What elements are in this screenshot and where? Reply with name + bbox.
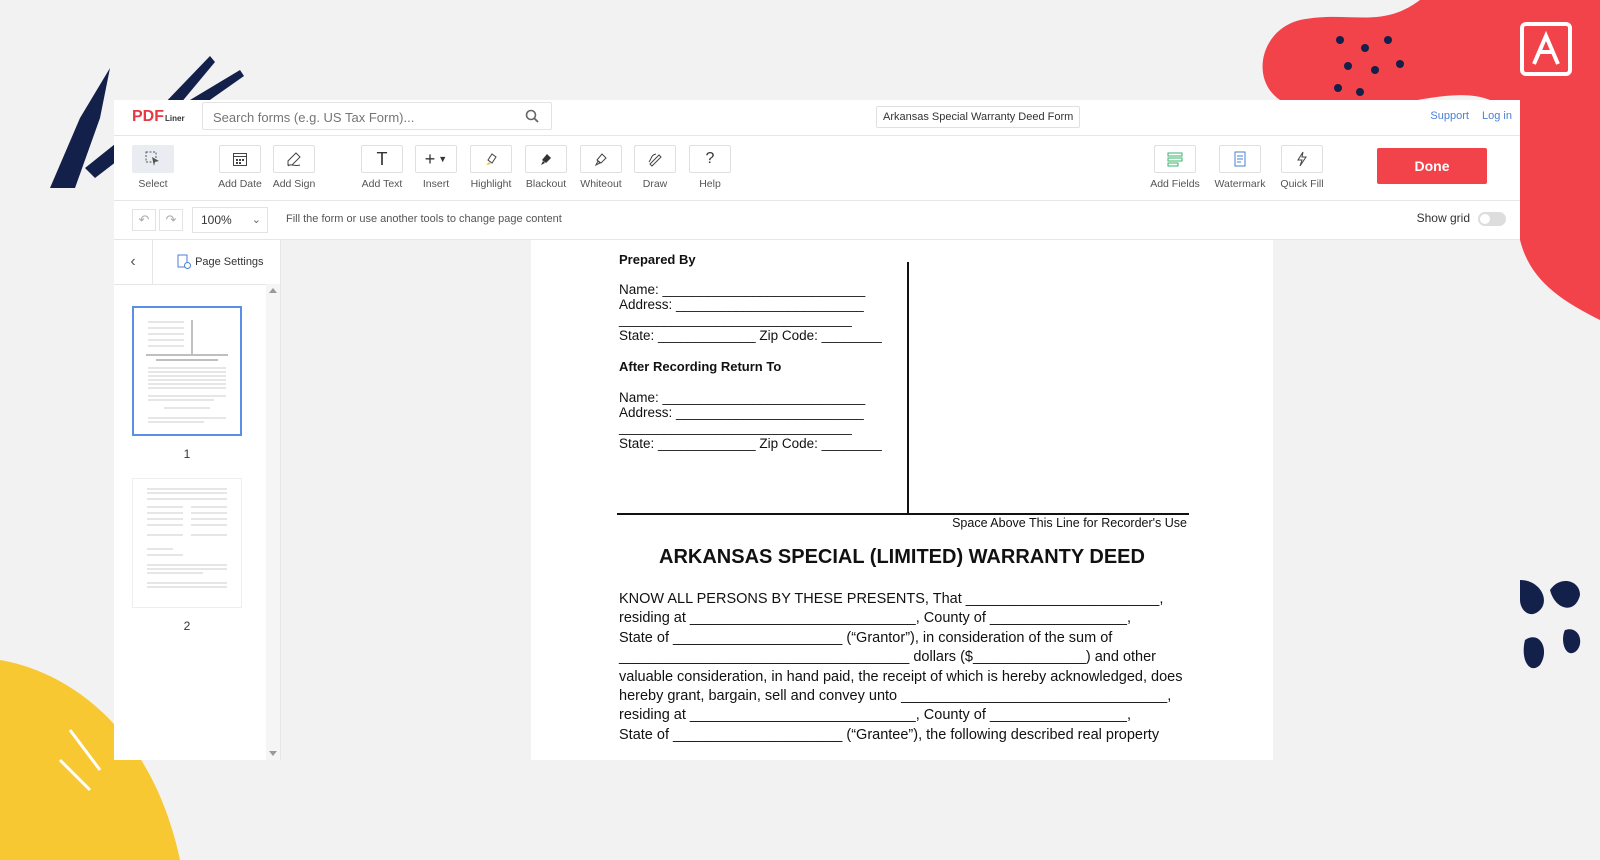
chevron-left-icon: ‹ <box>130 253 136 270</box>
sub-toolbar: ↶ ↷ 100% ⌄ Fill the form or use another t… <box>114 201 1520 240</box>
scroll-up-arrow-icon[interactable] <box>269 288 277 293</box>
quick-fill-tool[interactable]: Quick Fill <box>1276 145 1328 190</box>
done-button[interactable]: Done <box>1377 148 1487 184</box>
thumbnail-preview <box>146 320 228 423</box>
body-line[interactable]: residing at ____________________________… <box>619 707 1131 723</box>
add-text-tool[interactable]: T Add Text <box>356 145 408 190</box>
pdf-editor-window: PDFLiner Arkansas Special Warranty Deed … <box>114 100 1520 760</box>
undo-button[interactable]: ↶ <box>132 209 156 231</box>
draw-pen-icon <box>648 153 662 167</box>
lightning-icon <box>1297 151 1307 167</box>
highlighter-icon <box>486 153 497 165</box>
support-link[interactable]: Support <box>1430 110 1469 122</box>
chevron-down-icon: ⌄ <box>251 214 261 226</box>
redo-icon: ↷ <box>165 212 177 227</box>
page-number-1: 1 <box>183 447 191 461</box>
add-date-tool[interactable]: Add Date <box>214 145 266 190</box>
prepared-name-field[interactable]: Name: ___________________________ <box>619 282 865 297</box>
document-page: Prepared By Name: ______________________… <box>531 240 1273 760</box>
search-icon[interactable] <box>525 109 539 123</box>
thumbnail-preview <box>147 488 227 588</box>
prepared-address-field[interactable]: Address: _________________________ <box>619 297 864 312</box>
body-line[interactable]: KNOW ALL PERSONS BY THESE PRESENTS, That… <box>619 591 1163 607</box>
vertical-divider <box>907 262 909 514</box>
show-grid-control: Show grid <box>1417 211 1506 226</box>
collapse-sidebar-button[interactable]: ‹ <box>114 240 153 284</box>
return-state-zip-field[interactable]: State: _____________ Zip Code: ________ <box>619 436 882 451</box>
hint-text: Fill the form or use another tools to ch… <box>286 213 562 225</box>
page-number-2: 2 <box>183 619 191 633</box>
text-t-icon: T <box>376 148 388 169</box>
page-sidebar: ‹ Page Settings 1 2 <box>114 240 281 760</box>
redo-button[interactable]: ↷ <box>159 209 183 231</box>
body-line: valuable consideration, in hand paid, th… <box>619 669 1183 685</box>
decorative-navy-marks <box>1520 580 1581 669</box>
question-mark-icon: ? <box>705 150 715 167</box>
blackout-tool[interactable]: Blackout <box>520 145 572 190</box>
body-line[interactable]: ____________________________________ dol… <box>619 649 1156 665</box>
whiteout-brush-icon <box>594 153 607 167</box>
after-recording-heading: After Recording Return To <box>619 359 782 374</box>
body-line[interactable]: hereby grant, bargain, sell and convey u… <box>619 688 1171 704</box>
body-line[interactable]: residing at ____________________________… <box>619 610 1131 626</box>
chevron-down-icon: ▼ <box>438 154 448 164</box>
zoom-select[interactable]: 100% ⌄ <box>192 207 268 233</box>
login-link[interactable]: Log in <box>1482 110 1512 122</box>
search-input[interactable] <box>203 103 515 131</box>
highlight-tool[interactable]: Highlight <box>465 145 517 190</box>
page-settings-button[interactable]: Page Settings <box>176 254 264 270</box>
body-line[interactable]: State of _____________________ (“Grantor… <box>619 630 1112 646</box>
select-tool[interactable]: Select <box>127 145 179 190</box>
search-box[interactable] <box>202 102 552 131</box>
pdfliner-logo-icon <box>1520 22 1572 76</box>
return-name-field[interactable]: Name: ___________________________ <box>619 390 865 405</box>
whiteout-tool[interactable]: Whiteout <box>575 145 627 190</box>
page-thumbnail-2[interactable] <box>132 478 242 608</box>
add-fields-icon <box>1167 152 1183 167</box>
blackout-brush-icon <box>541 154 551 165</box>
help-tool[interactable]: ? Help <box>684 145 736 190</box>
signature-pen-icon <box>287 152 301 167</box>
select-cursor-icon <box>145 151 159 166</box>
draw-tool[interactable]: Draw <box>629 145 681 190</box>
sidebar-header: ‹ Page Settings <box>114 240 280 285</box>
decorative-dots <box>1334 36 1404 96</box>
top-links: Support Log in <box>1420 110 1512 122</box>
undo-icon: ↶ <box>138 212 150 227</box>
watermark-tool[interactable]: Watermark <box>1214 145 1266 190</box>
plus-icon: + <box>424 148 436 169</box>
pdfliner-logo[interactable]: PDFLiner <box>132 108 185 126</box>
insert-tool[interactable]: + ▼ Insert <box>410 145 462 190</box>
show-grid-label: Show grid <box>1416 211 1470 225</box>
prepared-by-heading: Prepared By <box>619 252 696 267</box>
prepared-state-zip-field[interactable]: State: _____________ Zip Code: ________ <box>619 328 882 343</box>
show-grid-toggle[interactable] <box>1478 211 1506 226</box>
prepared-address-line2[interactable]: _______________________________ <box>619 312 852 327</box>
page-settings-icon <box>177 254 191 269</box>
add-fields-tool[interactable]: Add Fields <box>1149 145 1201 190</box>
recorder-note: Space Above This Line for Recorder's Use <box>952 516 1187 530</box>
document-title: Arkansas Special Warranty Deed Form <box>876 106 1081 128</box>
calendar-icon <box>233 153 247 166</box>
scroll-down-arrow-icon[interactable] <box>269 751 277 756</box>
return-address-field[interactable]: Address: _________________________ <box>619 405 864 420</box>
recorder-line <box>617 513 1189 515</box>
page-thumbnail-1[interactable] <box>132 306 242 436</box>
document-canvas: Prepared By Name: ______________________… <box>281 240 1520 760</box>
watermark-doc-icon <box>1234 151 1246 167</box>
sidebar-scrollbar[interactable] <box>266 284 280 760</box>
toolbar: Select Add Date Add Sign T Add Text + ▼ I… <box>114 136 1520 201</box>
return-address-line2[interactable]: _______________________________ <box>619 420 852 435</box>
deed-title: ARKANSAS SPECIAL (LIMITED) WARRANTY DEED <box>659 546 1145 568</box>
add-sign-tool[interactable]: Add Sign <box>268 145 320 190</box>
top-bar: PDFLiner Arkansas Special Warranty Deed … <box>114 100 1520 136</box>
body-line[interactable]: State of _____________________ (“Grantee… <box>619 727 1159 743</box>
